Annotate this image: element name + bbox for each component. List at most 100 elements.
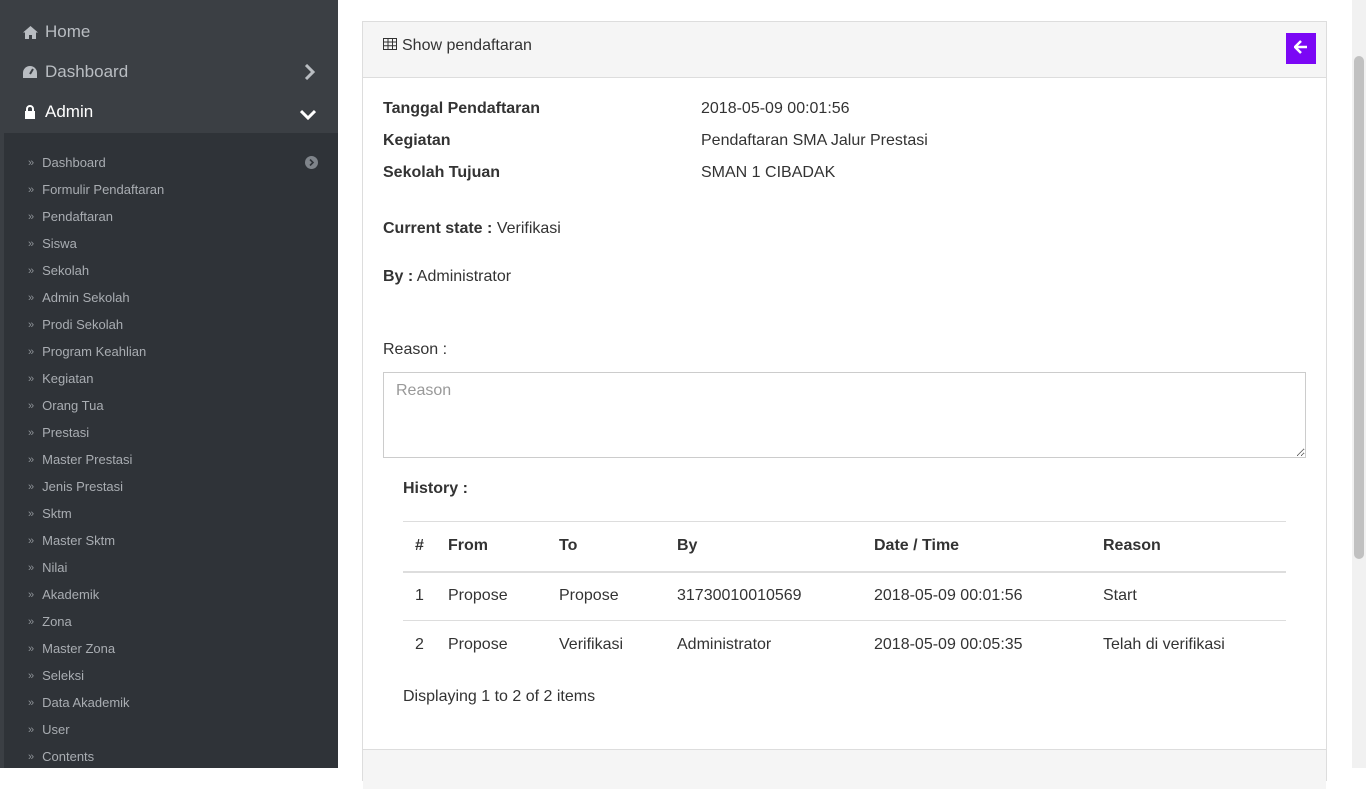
lock-icon bbox=[22, 105, 38, 119]
sidebar-item-admin-sekolah[interactable]: » Admin Sekolah bbox=[4, 284, 338, 311]
cell-number: 2 bbox=[415, 636, 424, 654]
sidebar-item-user[interactable]: » User bbox=[4, 716, 338, 743]
double-chevron-right-icon: » bbox=[28, 426, 35, 439]
back-button[interactable] bbox=[1286, 33, 1316, 64]
chevron-down-icon bbox=[299, 106, 317, 126]
reason-textarea[interactable] bbox=[383, 372, 1306, 458]
sidebar-item-zona[interactable]: » Zona bbox=[4, 608, 338, 635]
cell-by: 31730010010569 bbox=[665, 571, 862, 621]
sidebar-item-label: Program Keahlian bbox=[42, 344, 147, 359]
sidebar-item-label: Dashboard bbox=[42, 155, 106, 170]
sidebar-item-label: Master Sktm bbox=[42, 533, 116, 548]
double-chevron-right-icon: » bbox=[28, 399, 35, 412]
dashboard-icon bbox=[22, 65, 38, 79]
nav-dashboard[interactable]: Dashboard bbox=[0, 52, 338, 92]
sidebar-item-label: Orang Tua bbox=[42, 398, 104, 413]
sidebar-item-label: Akademik bbox=[42, 587, 100, 602]
nav-home[interactable]: Home bbox=[0, 12, 338, 52]
sidebar: Home Dashboard Admin » Dashboard » Formulir… bbox=[0, 0, 338, 768]
sidebar-item-nilai[interactable]: » Nilai bbox=[4, 554, 338, 581]
sekolah-value: SMAN 1 CIBADAK bbox=[701, 164, 836, 181]
sidebar-item-label: Sekolah bbox=[42, 263, 90, 278]
panel-footer bbox=[363, 749, 1326, 789]
double-chevron-right-icon: » bbox=[28, 480, 35, 493]
cell-number: 1 bbox=[403, 571, 436, 621]
show-panel: Show pendaftaran Tanggal Pendaftaran 201… bbox=[362, 21, 1327, 789]
sidebar-item-orang-tua[interactable]: » Orang Tua bbox=[4, 392, 338, 419]
sidebar-item-siswa[interactable]: » Siswa bbox=[4, 230, 338, 257]
double-chevron-right-icon: » bbox=[28, 561, 35, 574]
sidebar-item-formulir-pendaftaran[interactable]: » Formulir Pendaftaran bbox=[4, 176, 338, 203]
sidebar-item-label: Master Zona bbox=[42, 641, 116, 656]
sidebar-item-prodi-sekolah[interactable]: » Prodi Sekolah bbox=[4, 311, 338, 338]
double-chevron-right-icon: » bbox=[28, 264, 35, 277]
state-by: By : Administrator bbox=[383, 268, 511, 286]
sidebar-item-seleksi[interactable]: » Seleksi bbox=[4, 662, 338, 689]
circle-chevron-icon bbox=[305, 156, 318, 169]
double-chevron-right-icon: » bbox=[28, 291, 35, 304]
sidebar-item-prestasi[interactable]: » Prestasi bbox=[4, 419, 338, 446]
page-scrollbar[interactable] bbox=[1352, 0, 1366, 768]
history-header-row: # From To By Date / Time Reason bbox=[403, 521, 1286, 573]
cell-datetime: 2018-05-09 00:01:56 bbox=[862, 571, 1091, 621]
sidebar-item-contents[interactable]: » Contents bbox=[4, 743, 338, 768]
double-chevron-right-icon: » bbox=[28, 237, 35, 250]
panel-title-text: Show pendaftaran bbox=[402, 37, 532, 54]
sidebar-item-dashboard[interactable]: » Dashboard bbox=[4, 149, 338, 176]
cell-datetime: 2018-05-09 00:05:35 bbox=[874, 636, 1023, 654]
col-number: # bbox=[403, 521, 436, 573]
arrow-left-icon bbox=[1293, 40, 1308, 57]
sidebar-item-label: Siswa bbox=[42, 236, 77, 251]
sidebar-item-label: Zona bbox=[42, 614, 72, 629]
double-chevron-right-icon: » bbox=[28, 210, 35, 223]
history-table: # From To By Date / Time Reason 1 Propos… bbox=[403, 521, 1286, 670]
sidebar-item-label: Prodi Sekolah bbox=[42, 317, 124, 332]
table-icon bbox=[383, 37, 402, 55]
table-row: 1 Propose Propose 31730010010569 2018-05… bbox=[403, 571, 1286, 621]
double-chevron-right-icon: » bbox=[28, 183, 35, 196]
nav-admin[interactable]: Admin bbox=[0, 92, 338, 132]
col-to: To bbox=[547, 521, 665, 573]
sidebar-item-master-zona[interactable]: » Master Zona bbox=[4, 635, 338, 662]
top-nav: Home Dashboard Admin bbox=[0, 0, 338, 133]
panel-header: Show pendaftaran bbox=[363, 22, 1326, 78]
sidebar-item-label: Pendaftaran bbox=[42, 209, 113, 224]
double-chevron-right-icon: » bbox=[28, 534, 35, 547]
sidebar-item-label: Jenis Prestasi bbox=[42, 479, 124, 494]
nav-home-label: Home bbox=[45, 22, 91, 41]
sidebar-item-master-sktm[interactable]: » Master Sktm bbox=[4, 527, 338, 554]
table-summary: Displaying 1 to 2 of 2 items bbox=[403, 688, 596, 705]
sidebar-item-akademik[interactable]: » Akademik bbox=[4, 581, 338, 608]
sidebar-item-sktm[interactable]: » Sktm bbox=[4, 500, 338, 527]
sidebar-item-sekolah[interactable]: » Sekolah bbox=[4, 257, 338, 284]
panel-title: Show pendaftaran bbox=[383, 37, 532, 55]
sidebar-item-master-prestasi[interactable]: » Master Prestasi bbox=[4, 446, 338, 473]
sidebar-item-label: Kegiatan bbox=[42, 371, 94, 386]
cell-by: Administrator bbox=[677, 636, 772, 654]
sidebar-item-data-akademik[interactable]: » Data Akademik bbox=[4, 689, 338, 716]
cell-reason: Start bbox=[1091, 571, 1286, 621]
chevron-right-icon bbox=[304, 63, 316, 85]
scrollbar-thumb[interactable] bbox=[1354, 56, 1364, 559]
nav-admin-label: Admin bbox=[45, 102, 94, 121]
cell-to: Propose bbox=[547, 571, 665, 621]
double-chevron-right-icon: » bbox=[28, 507, 35, 520]
kegiatan-value: Pendaftaran SMA Jalur Prestasi bbox=[701, 132, 928, 149]
table-row: 2 Propose Verifikasi Administrator 2018-… bbox=[403, 621, 1286, 670]
double-chevron-right-icon: » bbox=[28, 696, 35, 709]
cell-from: Propose bbox=[448, 636, 508, 654]
double-chevron-right-icon: » bbox=[28, 345, 35, 358]
sidebar-item-pendaftaran[interactable]: » Pendaftaran bbox=[4, 203, 338, 230]
sidebar-item-kegiatan[interactable]: » Kegiatan bbox=[4, 365, 338, 392]
sidebar-item-label: Seleksi bbox=[42, 668, 85, 683]
double-chevron-right-icon: » bbox=[28, 750, 35, 763]
kegiatan-label: Kegiatan bbox=[383, 132, 451, 149]
current-state-label: Current state : bbox=[383, 220, 493, 237]
current-state-value: Verifikasi bbox=[496, 220, 561, 237]
col-datetime: Date / Time bbox=[862, 521, 1091, 573]
sidebar-item-program-keahlian[interactable]: » Program Keahlian bbox=[4, 338, 338, 365]
sidebar-item-jenis-prestasi[interactable]: » Jenis Prestasi bbox=[4, 473, 338, 500]
sidebar-item-label: Formulir Pendaftaran bbox=[42, 182, 165, 197]
reason-label: Reason : bbox=[383, 341, 448, 358]
double-chevron-right-icon: » bbox=[28, 669, 35, 682]
